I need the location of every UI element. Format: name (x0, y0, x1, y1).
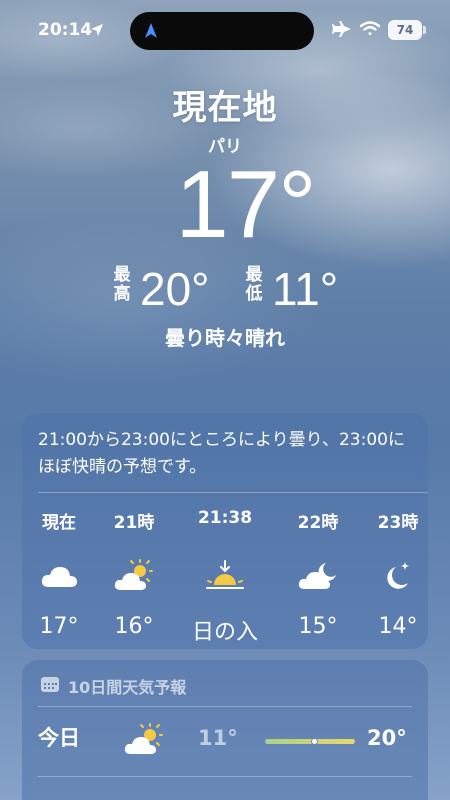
battery-indicator: 74 (388, 20, 422, 40)
airplane-mode-icon (332, 20, 352, 42)
status-bar: 20:14 74 (0, 0, 450, 60)
forecast-summary: 21:00から23:00にところにより曇り、23:00にほぼ快晴の予想です。 (38, 430, 405, 477)
temperature-range-fill (265, 739, 355, 744)
hour-temp: 14° (378, 614, 418, 639)
weather-condition: 曇り時々晴れ (165, 326, 285, 350)
sunset-icon (175, 546, 275, 606)
temperature-range-bar (265, 738, 355, 745)
hour-item[interactable]: 21時 16° (92, 508, 176, 639)
hour-temp: 15° (298, 614, 338, 639)
calendar-icon (40, 675, 60, 697)
day-high-temp: 20° (367, 726, 407, 750)
status-time: 20:14 (38, 20, 93, 40)
hour-temp: 日の入 (191, 620, 258, 645)
hour-temp: 17° (39, 614, 79, 639)
high-label: 最高 (113, 265, 131, 304)
hour-time: 22時 (297, 513, 339, 533)
hour-temp: 16° (114, 614, 154, 639)
hour-item[interactable]: 23時 14° (356, 508, 440, 639)
forecast-header-label: 10日間天気予報 (68, 678, 187, 697)
forecast-divider (38, 706, 412, 707)
hour-item[interactable]: 現在 17° (17, 508, 101, 639)
clear-night-icon (356, 546, 440, 606)
hour-item[interactable]: 22時 15° (276, 508, 360, 639)
hour-time: 21:38 (197, 508, 253, 528)
location-arrow-icon (90, 22, 104, 41)
hour-time: 23時 (377, 513, 419, 533)
navigation-arrow-icon (144, 22, 158, 44)
location-title: 現在地 (172, 88, 278, 128)
partly-sunny-icon (92, 546, 176, 606)
low-value: 11° (272, 263, 339, 315)
forecast-divider (38, 776, 412, 777)
cloud-icon (17, 546, 101, 606)
hour-time: 現在 (42, 513, 76, 533)
low-label: 最低 (245, 265, 263, 304)
ten-day-forecast-card[interactable]: 10日間天気予報 今日 11° 20° (22, 660, 428, 800)
hourly-divider (38, 492, 428, 493)
high-value: 20° (140, 263, 210, 315)
dynamic-island (130, 12, 314, 50)
current-temperature: 17° (175, 151, 316, 258)
high-low-temperatures: 最高 20° 最低 11° (0, 262, 450, 322)
day-low-temp: 11° (198, 726, 238, 750)
partly-cloudy-night-icon (276, 546, 360, 606)
hour-item[interactable]: 21:38 日の入 (175, 508, 275, 646)
current-temperature-marker (311, 738, 318, 745)
forecast-header: 10日間天気予報 (40, 674, 186, 698)
partly-sunny-icon (122, 722, 166, 762)
battery-tip (423, 26, 426, 34)
day-name: 今日 (38, 726, 80, 750)
wifi-icon (359, 21, 381, 41)
hour-time: 21時 (113, 513, 155, 533)
